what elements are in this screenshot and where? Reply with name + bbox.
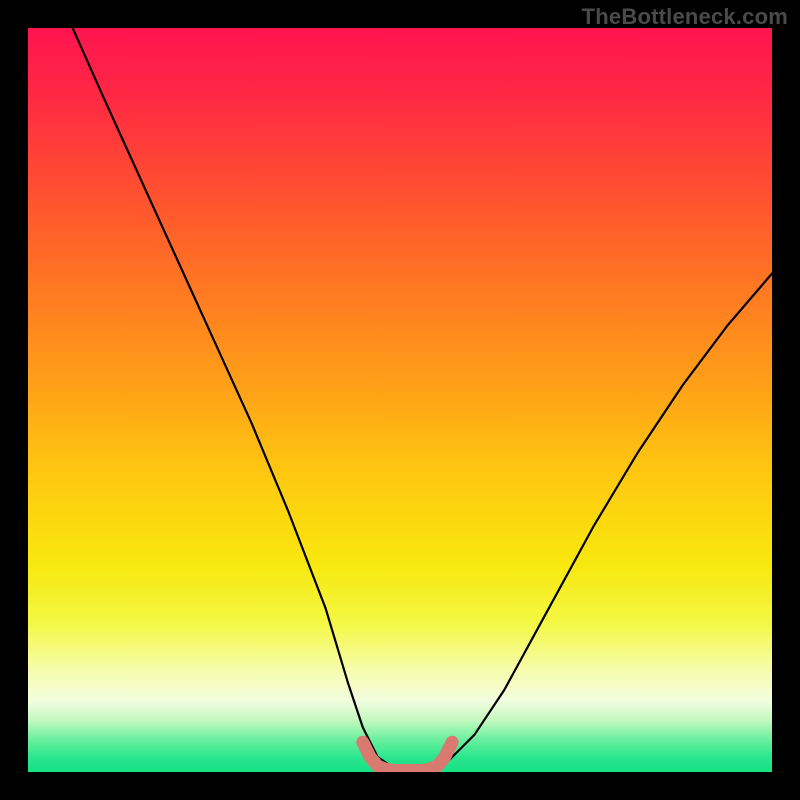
flat-marker-band xyxy=(363,742,452,770)
watermark-text: TheBottleneck.com xyxy=(582,4,788,30)
chart-frame: TheBottleneck.com xyxy=(0,0,800,800)
curve-layer xyxy=(28,28,772,772)
bottleneck-curve xyxy=(73,28,772,772)
plot-area xyxy=(28,28,772,772)
